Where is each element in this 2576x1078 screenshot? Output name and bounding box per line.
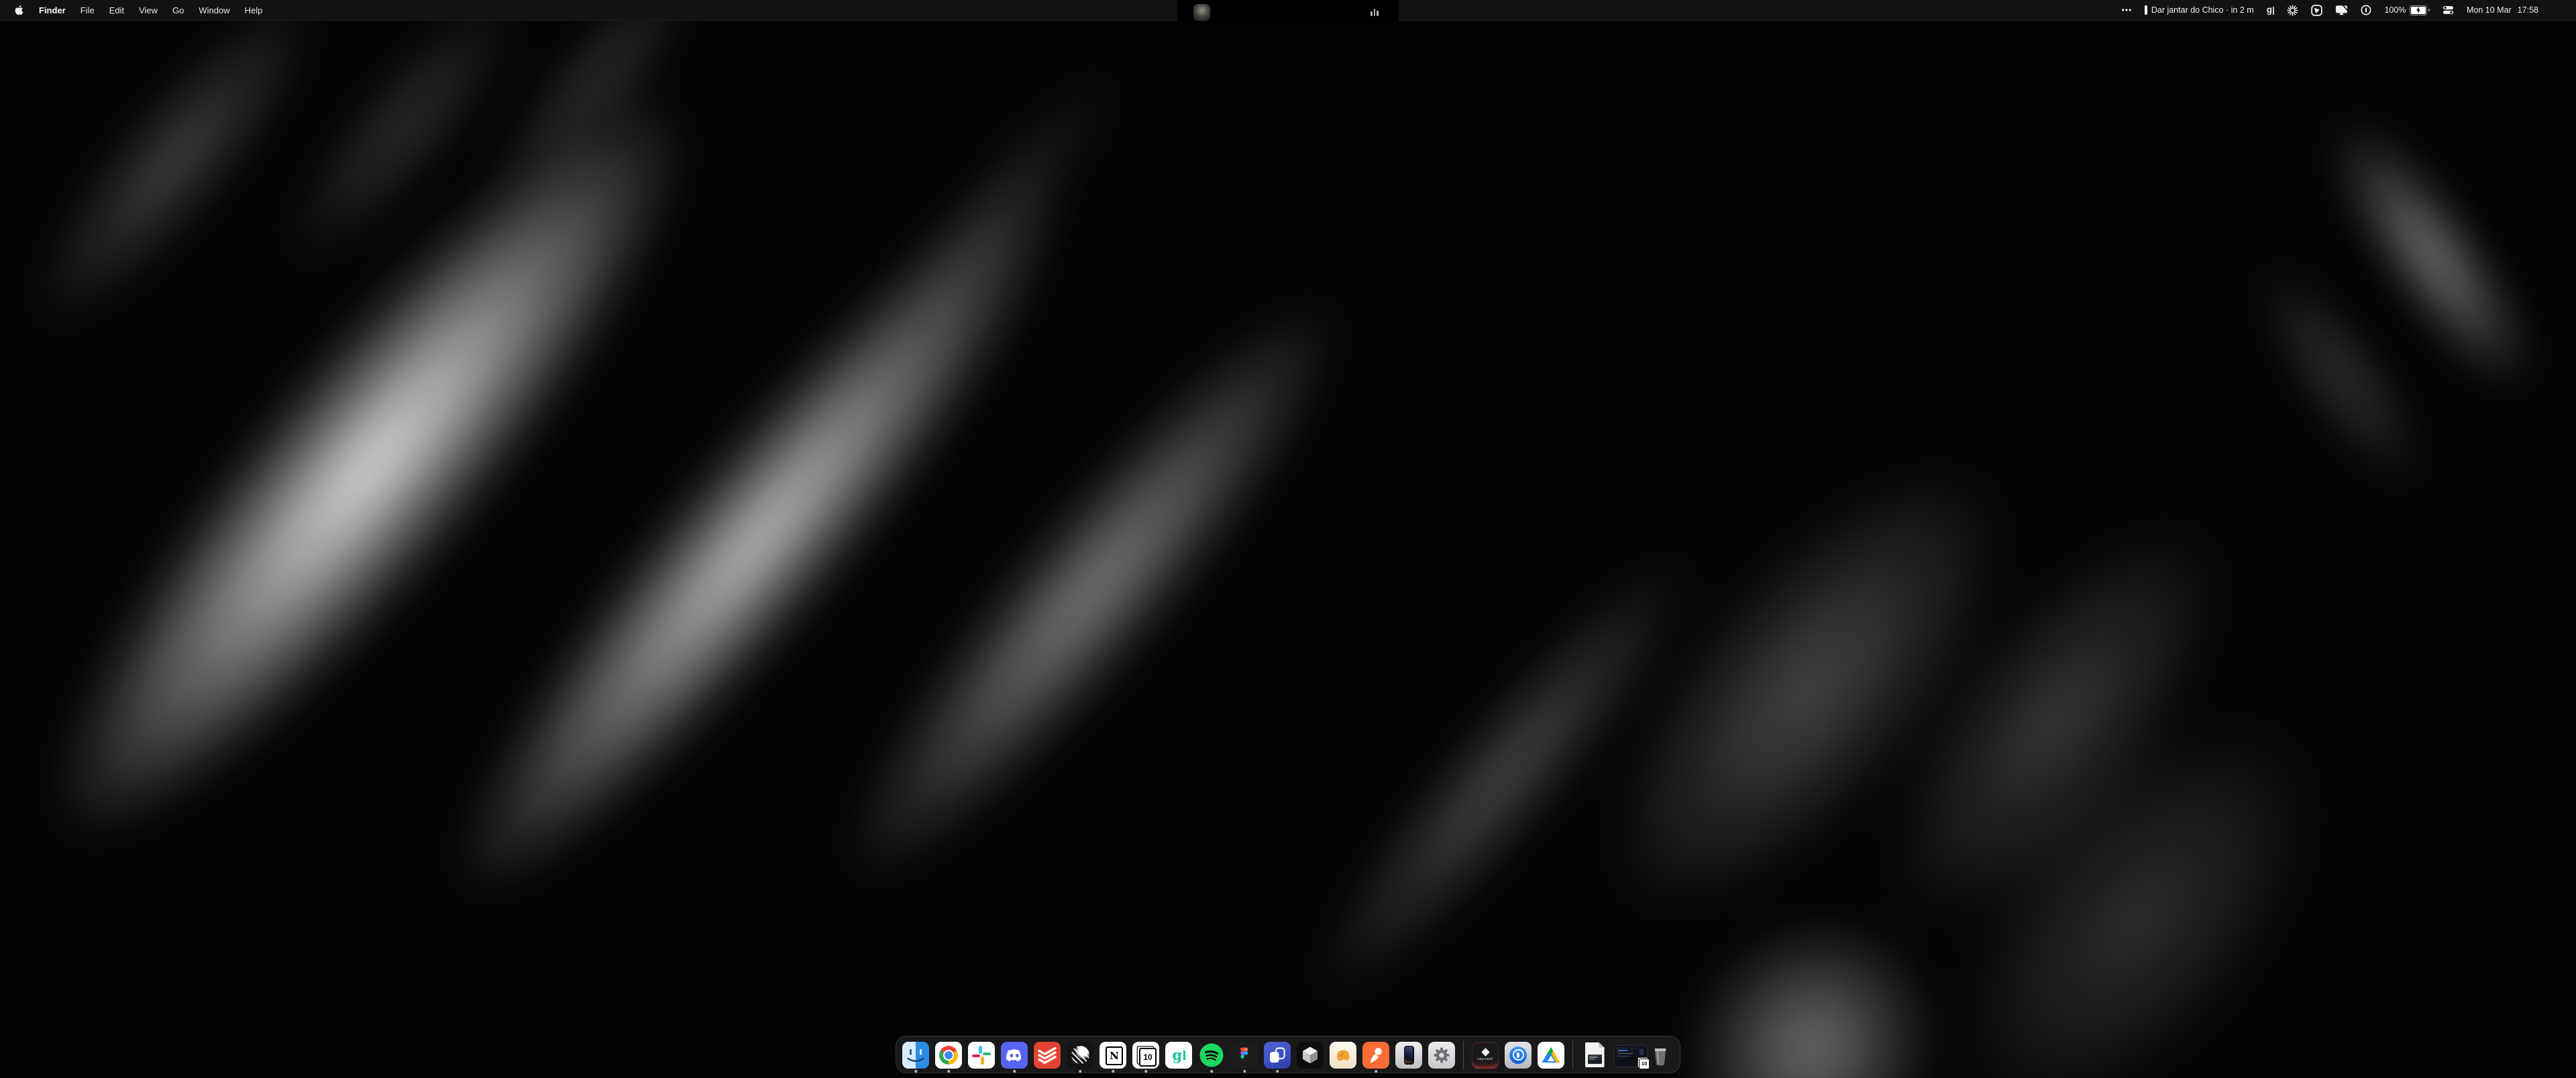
control-center-status[interactable] <box>2443 0 2454 20</box>
cube3d-icon <box>1297 1042 1324 1069</box>
dock-separator <box>1572 1041 1573 1069</box>
control-center-icon <box>2443 5 2454 15</box>
status-area: ••• Dar jantar do Chico · in 2 m g 100% Mon … <box>2122 0 2576 20</box>
menu-help[interactable]: Help <box>237 0 270 20</box>
dock-item-raycast[interactable]: raycast <box>1472 1042 1499 1069</box>
raycast-icon: raycast <box>1472 1042 1499 1069</box>
blue-windows-icon <box>1264 1042 1291 1069</box>
now-playing-album-art[interactable] <box>1193 4 1210 21</box>
date-text: Mon 10 Mar <box>2467 5 2512 15</box>
running-indicator <box>1013 1070 1016 1073</box>
dock-item-notion[interactable]: N <box>1099 1042 1126 1069</box>
running-indicator <box>1276 1070 1279 1073</box>
pointer-shape-icon <box>2311 5 2322 16</box>
menu-edit[interactable]: Edit <box>102 0 131 20</box>
audio-visualizer-icon <box>1371 8 1379 16</box>
chrome-icon <box>935 1042 962 1069</box>
1password-icon <box>2361 5 2371 15</box>
discord-icon <box>1001 1042 1028 1069</box>
dock-item-discord[interactable] <box>1001 1042 1028 1069</box>
starburst-icon <box>2287 5 2298 16</box>
running-indicator <box>1112 1070 1114 1073</box>
todoist-icon <box>1034 1042 1061 1069</box>
dock-item-trash[interactable] <box>1647 1042 1674 1069</box>
battery-percent: 100% <box>2384 5 2406 15</box>
grammarly-icon: g <box>1165 1042 1192 1069</box>
grammarly-status[interactable]: g <box>2267 0 2275 20</box>
app-menus: FinderFileEditViewGoWindowHelp <box>0 0 270 20</box>
calendar-event-status[interactable]: Dar jantar do Chico · in 2 m <box>2145 0 2253 20</box>
settings-icon <box>1428 1042 1455 1069</box>
battery-charging-icon <box>2410 5 2430 15</box>
figma-icon <box>1231 1042 1258 1069</box>
apple-icon <box>15 5 23 15</box>
dock-separator <box>1463 1041 1464 1069</box>
starburst-status[interactable] <box>2287 0 2298 20</box>
dock-item-document-file[interactable] <box>1581 1042 1608 1069</box>
running-indicator <box>1243 1070 1246 1073</box>
dock-item-postman[interactable] <box>1362 1042 1389 1069</box>
1password-status[interactable] <box>2361 0 2371 20</box>
dock-item-spotify[interactable] <box>1198 1042 1225 1069</box>
simulator-icon <box>1395 1042 1422 1069</box>
overflow-menu-button[interactable]: ••• <box>2122 0 2133 20</box>
menu-window[interactable]: Window <box>191 0 237 20</box>
min-window-icon: 10 <box>1614 1045 1641 1072</box>
running-indicator <box>947 1070 950 1073</box>
trash-icon <box>1647 1042 1674 1069</box>
clock-status[interactable]: Mon 10 Mar 17:58 <box>2467 0 2538 20</box>
grammarly-icon: g <box>2267 5 2275 15</box>
dock-item-google-drive[interactable] <box>1538 1042 1564 1069</box>
menu-go[interactable]: Go <box>165 0 191 20</box>
dock-panel: N10graycast10 <box>896 1036 1680 1073</box>
dock-item-finder[interactable] <box>902 1042 929 1069</box>
apple-menu[interactable] <box>9 0 32 20</box>
dock-item-grammarly[interactable]: g <box>1165 1042 1192 1069</box>
dock-item-slack[interactable] <box>968 1042 995 1069</box>
battery-status[interactable]: 100% <box>2384 0 2430 20</box>
running-indicator <box>914 1070 917 1073</box>
menu-finder[interactable]: Finder <box>32 0 73 20</box>
event-bar-icon <box>2145 5 2147 15</box>
display-mirroring-status[interactable] <box>2335 0 2348 20</box>
dock-item-postgres[interactable] <box>1330 1042 1356 1069</box>
dock-item-1password[interactable] <box>1505 1042 1532 1069</box>
finder-icon <box>902 1042 929 1069</box>
time-text: 17:58 <box>2518 5 2538 15</box>
postgres-icon <box>1330 1042 1356 1069</box>
1password-icon <box>1505 1042 1532 1069</box>
document-icon <box>1581 1042 1608 1069</box>
running-indicator <box>1079 1070 1081 1073</box>
pointer-shape-status[interactable] <box>2311 0 2322 20</box>
event-text: Dar jantar do Chico · in 2 m <box>2151 5 2254 15</box>
sphere-icon <box>1067 1042 1093 1069</box>
dock-item-notion-calendar[interactable]: 10 <box>1132 1042 1159 1069</box>
display-mirroring-icon <box>2335 5 2348 15</box>
menu-file[interactable]: File <box>73 0 102 20</box>
desktop-wallpaper <box>0 0 2576 1078</box>
running-indicator <box>1144 1070 1147 1073</box>
dock: N10graycast10 <box>896 1036 1680 1073</box>
notch-now-playing-widget[interactable] <box>1177 0 1399 24</box>
dock-item-minimized-window[interactable]: 10 <box>1614 1042 1641 1069</box>
gdrive-icon <box>1538 1042 1564 1069</box>
dock-item-3d-cube-app[interactable] <box>1297 1042 1324 1069</box>
notion-icon: N <box>1099 1042 1126 1069</box>
dock-item-dark-sphere-app[interactable] <box>1067 1042 1093 1069</box>
overflow-dots: ••• <box>2122 5 2133 15</box>
dock-item-simulator[interactable] <box>1395 1042 1422 1069</box>
running-indicator <box>1375 1070 1377 1073</box>
dock-item-todoist[interactable] <box>1034 1042 1061 1069</box>
dock-item-google-chrome[interactable] <box>935 1042 962 1069</box>
dock-item-figma[interactable] <box>1231 1042 1258 1069</box>
notion-calendar-icon: 10 <box>1132 1042 1159 1069</box>
dock-item-system-settings[interactable] <box>1428 1042 1455 1069</box>
postman-icon <box>1362 1042 1389 1069</box>
running-indicator <box>1210 1070 1213 1073</box>
spotify-icon <box>1198 1042 1225 1069</box>
slack-icon <box>968 1042 995 1069</box>
dock-item-blue-windows-app[interactable] <box>1264 1042 1291 1069</box>
menu-view[interactable]: View <box>131 0 165 20</box>
